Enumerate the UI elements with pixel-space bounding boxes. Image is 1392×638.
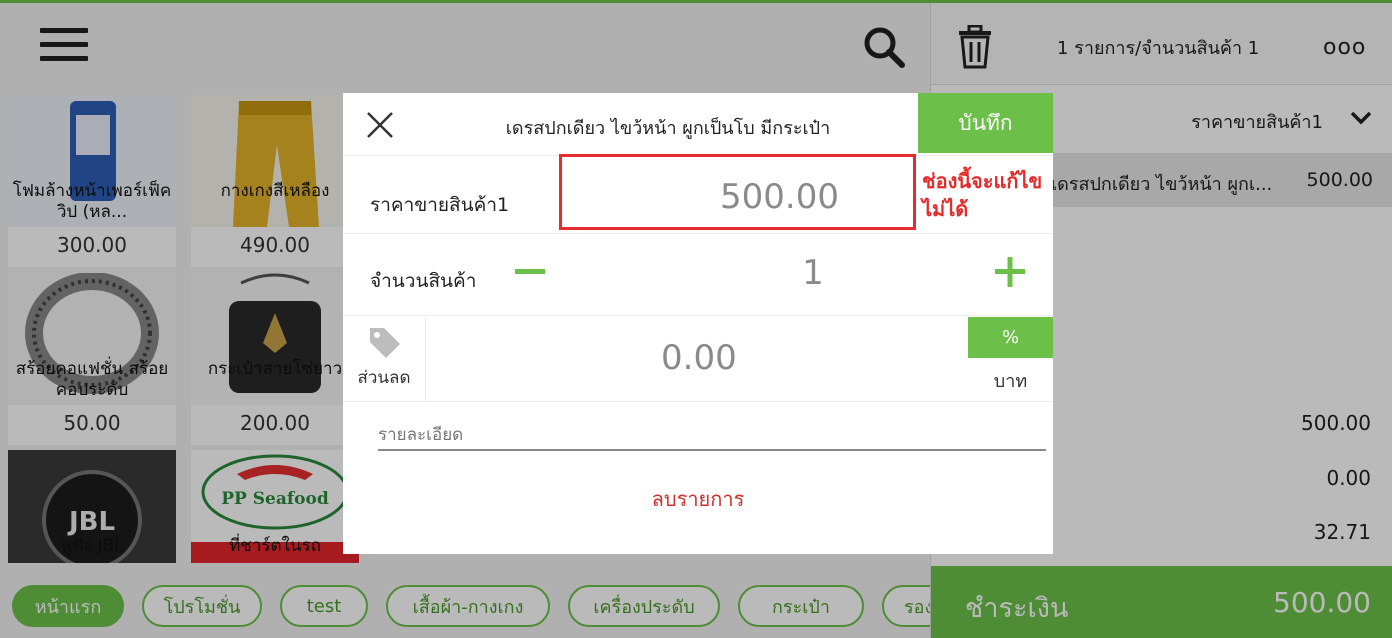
close-icon[interactable] <box>365 110 395 140</box>
quantity-value[interactable]: 1 <box>793 253 833 293</box>
save-button[interactable]: บันทึก <box>918 93 1053 153</box>
tag-icon <box>370 328 400 358</box>
price-value: 500.00 <box>720 177 839 217</box>
baht-toggle[interactable]: บาท <box>968 366 1053 395</box>
discount-value[interactable]: 0.00 <box>661 338 737 378</box>
percent-toggle[interactable]: % <box>968 317 1053 358</box>
divider <box>343 401 1053 402</box>
minus-icon[interactable] <box>513 255 547 289</box>
pos-app: โฟมล้างหน้าเพอร์เฟ็ค วิป (หล... 300.00 ก… <box>0 0 1392 638</box>
discount-tag-cell: ส่วนลด <box>343 316 426 402</box>
price-field-highlight: 500.00 <box>559 154 916 230</box>
dialog-title: เดรสปกเดียว ไขว้หน้า ผูกเป็นโบ มีกระเป๋า <box>505 118 831 139</box>
discount-section: ส่วนลด 0.00 % บาท <box>343 316 1053 402</box>
detail-input[interactable]: รายละเอียด <box>378 415 1046 451</box>
plus-icon[interactable] <box>993 255 1027 289</box>
price-label: ราคาขายสินค้า1 <box>370 194 510 216</box>
quantity-label: จำนวนสินค้า <box>370 270 477 292</box>
discount-label: ส่วนลด <box>357 368 411 388</box>
edit-item-dialog: เดรสปกเดียว ไขว้หน้า ผูกเป็นโบ มีกระเป๋า… <box>343 93 1053 554</box>
delete-item-button[interactable]: ลบรายการ <box>343 483 1053 515</box>
divider <box>343 233 1053 234</box>
not-editable-annotation: ช่องนี้จะแก้ไขไม่ได้ <box>922 169 1043 221</box>
